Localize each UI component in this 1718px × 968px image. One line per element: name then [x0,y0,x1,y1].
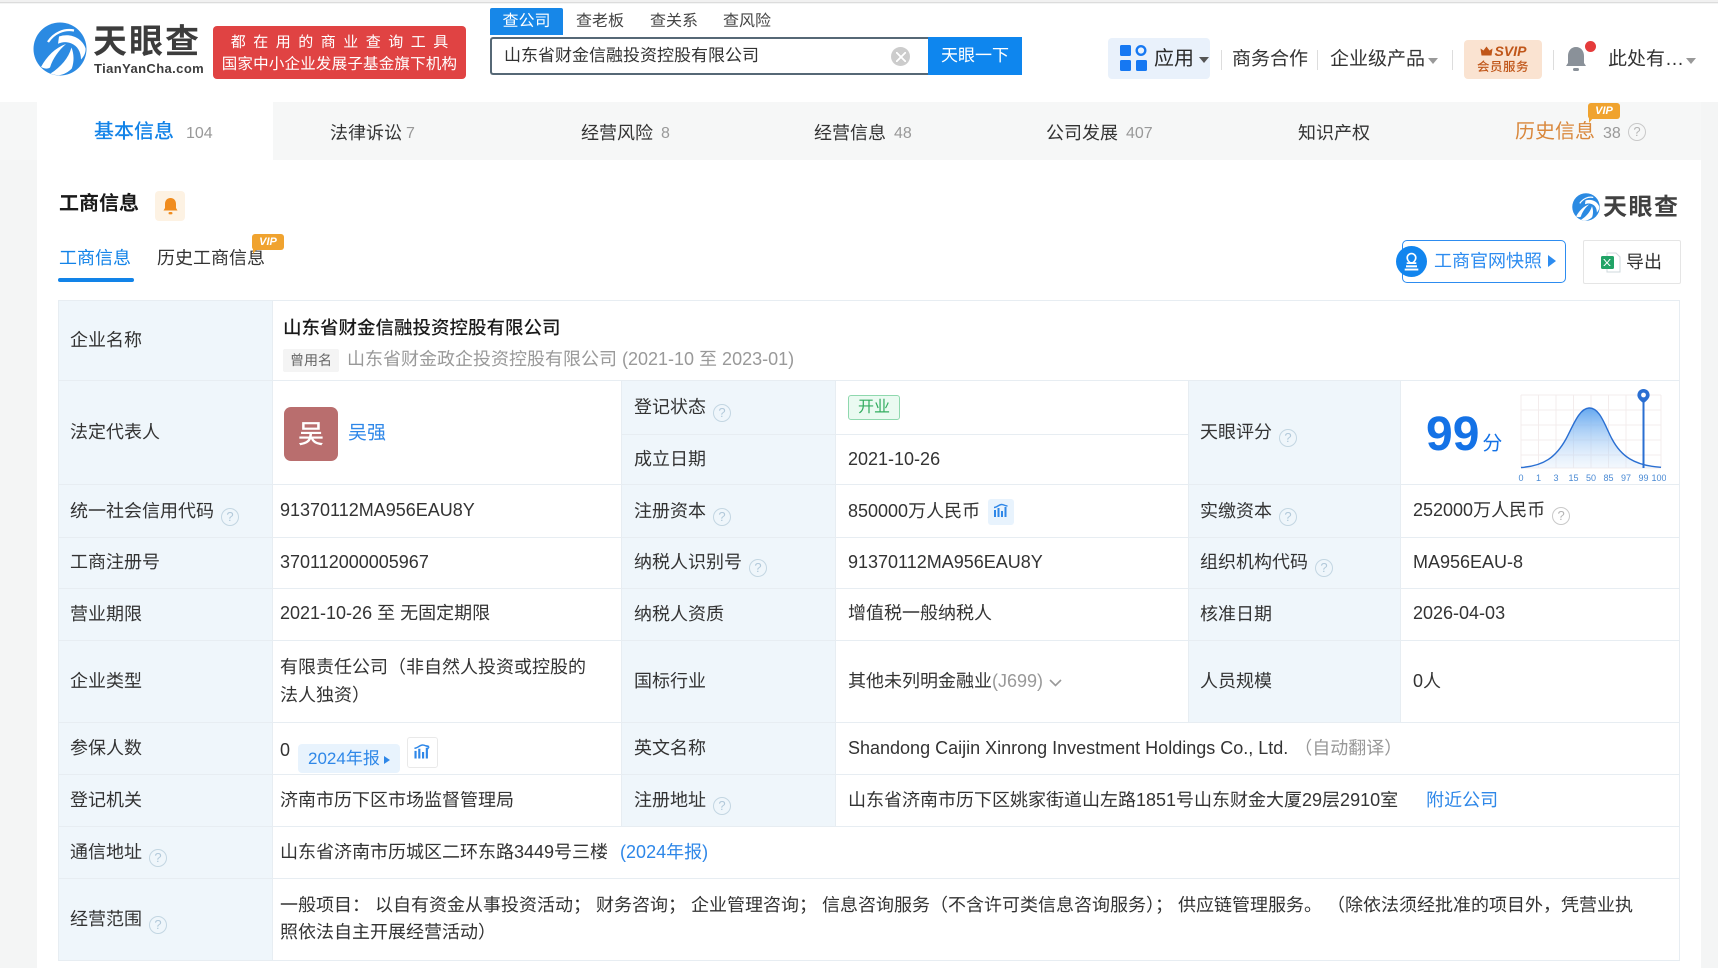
svg-text:99: 99 [1638,473,1648,483]
svg-text:1: 1 [1536,473,1541,483]
svg-text:50: 50 [1586,473,1596,483]
svg-text:85: 85 [1603,473,1613,483]
svg-text:97: 97 [1621,473,1631,483]
svg-text:100: 100 [1651,473,1666,483]
svg-text:3: 3 [1553,473,1558,483]
svg-text:0: 0 [1518,473,1523,483]
svg-text:15: 15 [1568,473,1578,483]
